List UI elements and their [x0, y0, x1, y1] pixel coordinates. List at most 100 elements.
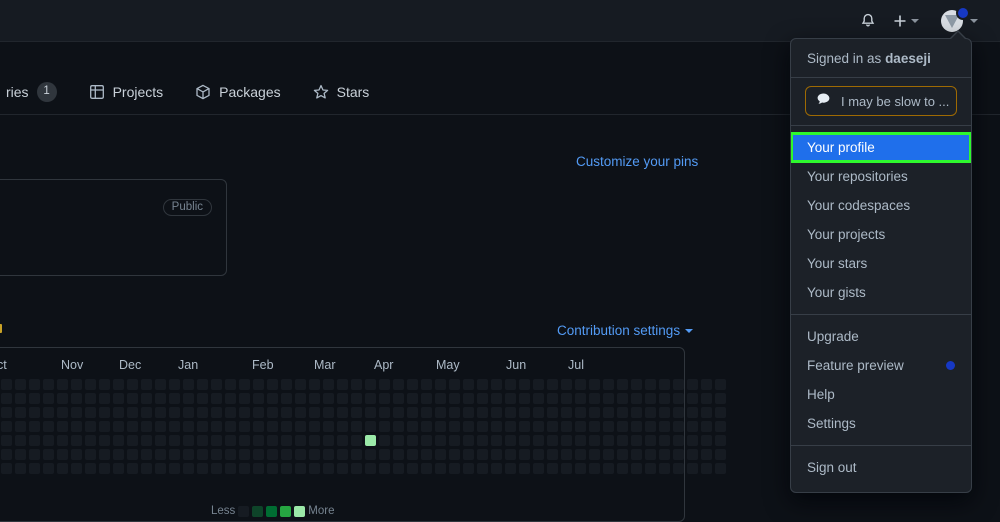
calendar-day-cell[interactable]	[631, 463, 642, 474]
calendar-day-cell[interactable]	[589, 379, 600, 390]
calendar-day-cell[interactable]	[687, 393, 698, 404]
calendar-day-cell[interactable]	[141, 393, 152, 404]
calendar-day-cell[interactable]	[197, 421, 208, 432]
calendar-day-cell[interactable]	[85, 393, 96, 404]
calendar-day-cell[interactable]	[337, 435, 348, 446]
calendar-day-cell[interactable]	[253, 407, 264, 418]
calendar-day-cell[interactable]	[533, 421, 544, 432]
calendar-day-cell[interactable]	[183, 393, 194, 404]
calendar-day-cell[interactable]	[197, 393, 208, 404]
calendar-day-cell[interactable]	[505, 393, 516, 404]
calendar-day-cell[interactable]	[239, 379, 250, 390]
calendar-day-cell[interactable]	[99, 463, 110, 474]
calendar-day-cell[interactable]	[617, 407, 628, 418]
calendar-day-cell[interactable]	[267, 463, 278, 474]
menu-item-upgrade[interactable]: Upgrade	[791, 322, 971, 351]
calendar-day-cell[interactable]	[211, 421, 222, 432]
calendar-day-cell[interactable]	[673, 393, 684, 404]
calendar-day-cell[interactable]	[477, 393, 488, 404]
calendar-day-cell[interactable]	[239, 449, 250, 460]
calendar-day-cell[interactable]	[197, 379, 208, 390]
calendar-day-cell[interactable]	[547, 449, 558, 460]
calendar-day-cell[interactable]	[435, 379, 446, 390]
calendar-day-cell[interactable]	[225, 449, 236, 460]
calendar-day-cell[interactable]	[393, 407, 404, 418]
calendar-day-cell[interactable]	[365, 379, 376, 390]
calendar-day-cell[interactable]	[631, 435, 642, 446]
calendar-day-cell[interactable]	[57, 407, 68, 418]
calendar-day-cell[interactable]	[617, 449, 628, 460]
calendar-day-cell[interactable]	[505, 407, 516, 418]
customize-pins-link[interactable]: Customize your pins	[576, 154, 698, 169]
calendar-day-cell[interactable]	[477, 421, 488, 432]
calendar-day-cell[interactable]	[295, 463, 306, 474]
calendar-day-cell[interactable]	[309, 407, 320, 418]
calendar-day-cell[interactable]	[281, 463, 292, 474]
calendar-day-cell[interactable]	[1, 449, 12, 460]
calendar-day-cell[interactable]	[435, 421, 446, 432]
calendar-day-cell[interactable]	[351, 435, 362, 446]
calendar-day-cell[interactable]	[631, 393, 642, 404]
calendar-day-cell[interactable]	[491, 449, 502, 460]
calendar-day-cell[interactable]	[211, 435, 222, 446]
calendar-day-cell[interactable]	[323, 421, 334, 432]
calendar-day-cell[interactable]	[519, 435, 530, 446]
calendar-day-cell[interactable]	[253, 393, 264, 404]
calendar-day-cell[interactable]	[519, 463, 530, 474]
calendar-day-cell[interactable]	[561, 393, 572, 404]
calendar-day-cell[interactable]	[309, 379, 320, 390]
calendar-day-cell[interactable]	[43, 379, 54, 390]
calendar-day-cell[interactable]	[659, 449, 670, 460]
calendar-day-cell[interactable]	[351, 379, 362, 390]
calendar-day-cell[interactable]	[701, 435, 712, 446]
calendar-day-cell[interactable]	[715, 435, 726, 446]
calendar-day-cell[interactable]	[43, 407, 54, 418]
calendar-day-cell[interactable]	[463, 449, 474, 460]
calendar-day-cell[interactable]	[715, 449, 726, 460]
calendar-day-cell[interactable]	[491, 407, 502, 418]
calendar-day-cell[interactable]	[85, 435, 96, 446]
calendar-day-cell[interactable]	[113, 449, 124, 460]
calendar-day-cell[interactable]	[715, 421, 726, 432]
calendar-day-cell[interactable]	[393, 463, 404, 474]
calendar-day-cell[interactable]	[281, 449, 292, 460]
calendar-day-cell[interactable]	[309, 449, 320, 460]
calendar-day-cell[interactable]	[295, 407, 306, 418]
calendar-day-cell[interactable]	[519, 449, 530, 460]
calendar-day-cell[interactable]	[701, 463, 712, 474]
menu-item-sign-out[interactable]: Sign out	[791, 453, 971, 482]
calendar-day-cell[interactable]	[463, 393, 474, 404]
calendar-day-cell[interactable]	[309, 393, 320, 404]
calendar-day-cell[interactable]	[197, 463, 208, 474]
calendar-day-cell[interactable]	[491, 463, 502, 474]
calendar-day-cell[interactable]	[239, 393, 250, 404]
calendar-day-cell[interactable]	[169, 393, 180, 404]
calendar-day-cell[interactable]	[337, 463, 348, 474]
calendar-day-cell[interactable]	[533, 379, 544, 390]
calendar-day-cell[interactable]	[561, 407, 572, 418]
calendar-day-cell[interactable]	[71, 407, 82, 418]
calendar-day-cell[interactable]	[603, 463, 614, 474]
calendar-day-cell[interactable]	[71, 435, 82, 446]
calendar-day-cell[interactable]	[337, 393, 348, 404]
calendar-day-cell[interactable]	[365, 449, 376, 460]
calendar-day-cell[interactable]	[477, 435, 488, 446]
calendar-day-cell[interactable]	[659, 435, 670, 446]
calendar-day-cell[interactable]	[15, 393, 26, 404]
calendar-day-cell[interactable]	[113, 435, 124, 446]
calendar-day-cell[interactable]	[575, 379, 586, 390]
calendar-day-cell[interactable]	[85, 407, 96, 418]
calendar-day-cell[interactable]	[617, 379, 628, 390]
calendar-day-cell[interactable]	[365, 393, 376, 404]
calendar-day-cell[interactable]	[99, 449, 110, 460]
calendar-day-cell[interactable]	[267, 379, 278, 390]
calendar-day-cell[interactable]	[15, 407, 26, 418]
calendar-day-cell[interactable]	[169, 449, 180, 460]
calendar-day-cell[interactable]	[267, 449, 278, 460]
calendar-day-cell[interactable]	[43, 435, 54, 446]
calendar-day-cell[interactable]	[43, 421, 54, 432]
calendar-day-cell[interactable]	[323, 379, 334, 390]
calendar-day-cell[interactable]	[281, 435, 292, 446]
tab-packages[interactable]: Packages	[179, 70, 296, 114]
calendar-day-cell[interactable]	[673, 421, 684, 432]
